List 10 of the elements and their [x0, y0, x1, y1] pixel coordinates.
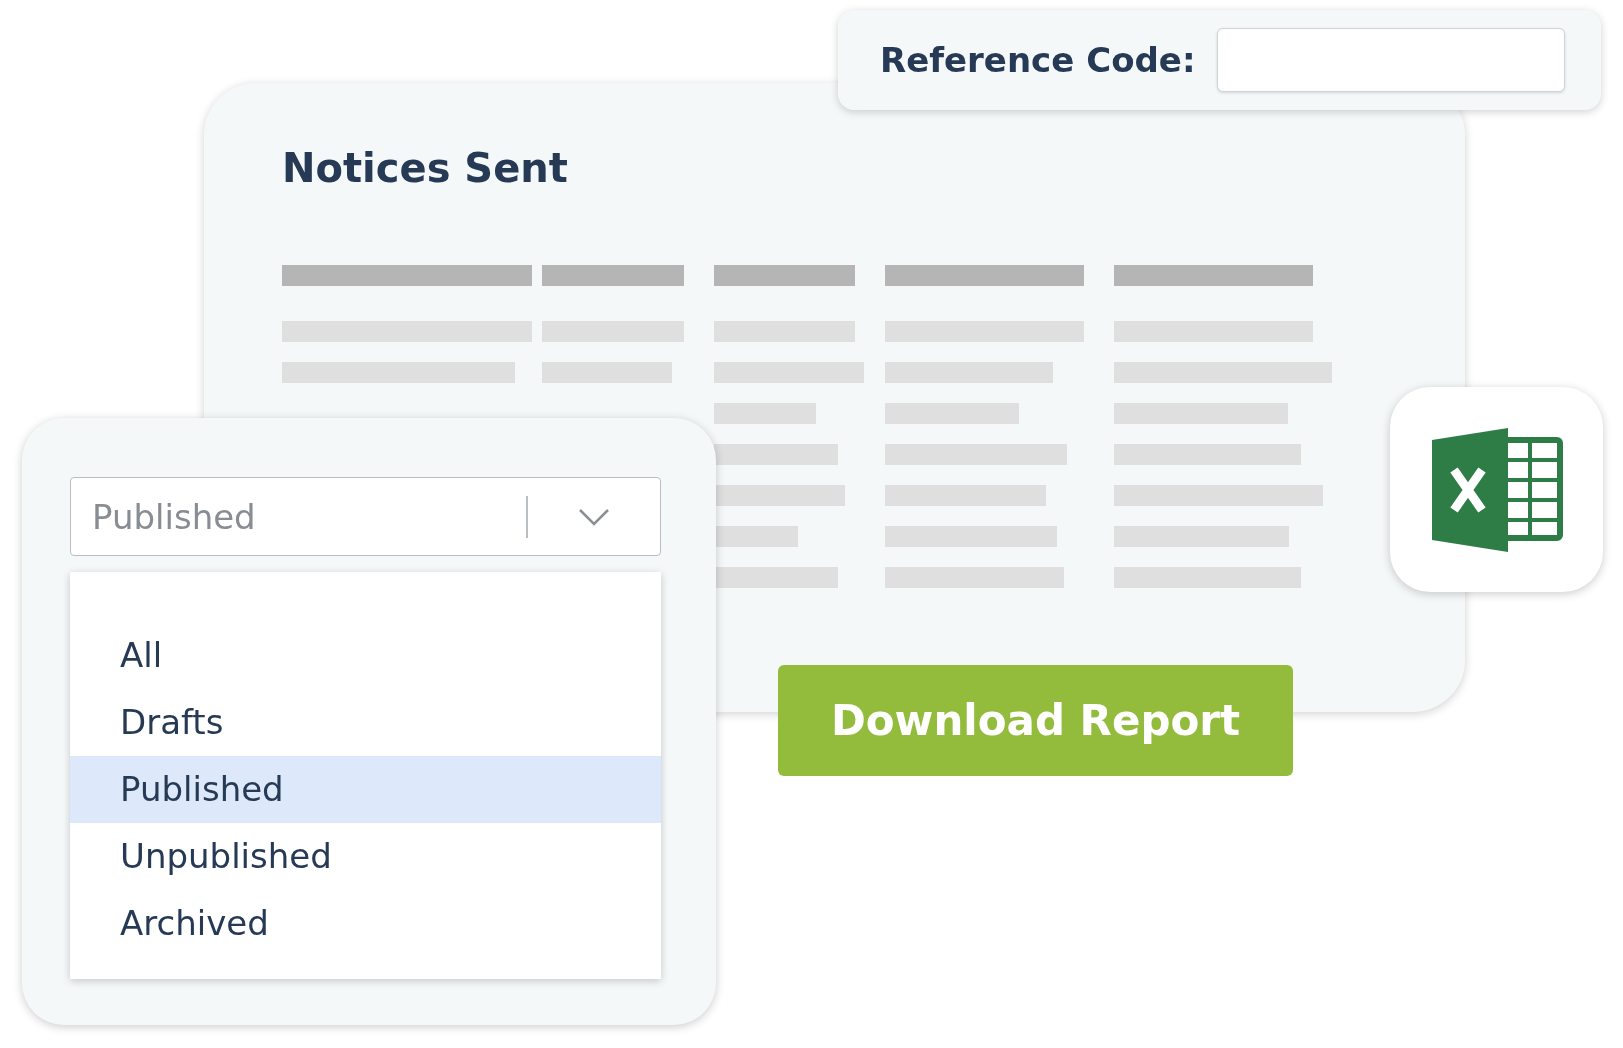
chevron-down-icon — [578, 507, 610, 526]
menu-option[interactable]: Published — [70, 756, 661, 823]
menu-option[interactable]: Drafts — [70, 689, 661, 756]
menu-option[interactable]: Archived — [70, 890, 661, 957]
spreadsheet-icon — [1429, 427, 1564, 552]
menu-option[interactable]: Unpublished — [70, 823, 661, 890]
menu-option[interactable]: All — [70, 622, 661, 689]
reference-label: Reference Code: — [880, 40, 1196, 80]
card-title: Notices Sent — [282, 145, 569, 191]
reference-code-field[interactable] — [1217, 28, 1565, 92]
